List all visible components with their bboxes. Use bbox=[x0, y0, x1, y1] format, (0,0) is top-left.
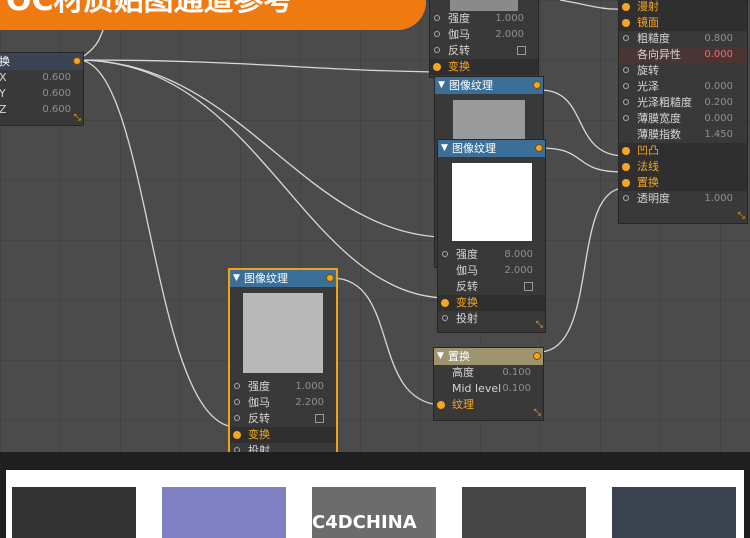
tex-top-invert: 反转 bbox=[430, 43, 538, 59]
texture-output-port[interactable] bbox=[326, 274, 334, 282]
mat-normal: 法线 bbox=[619, 159, 747, 175]
transform-row-x: X 0.600 bbox=[0, 71, 71, 84]
texture-swatch-2 bbox=[162, 487, 286, 538]
invert-checkbox[interactable] bbox=[524, 282, 533, 291]
mat-bump: 凹凸 bbox=[619, 143, 747, 159]
texture-output-port[interactable] bbox=[533, 81, 541, 89]
input-port[interactable] bbox=[622, 179, 630, 187]
mat-anisotropy: 各向异性 0.000 bbox=[619, 47, 747, 63]
tex-left-gamma: 伽马 2.200 bbox=[230, 395, 336, 411]
transform-output-port[interactable] bbox=[73, 57, 81, 65]
displace-texture: 纹理 bbox=[434, 397, 543, 413]
input-port[interactable] bbox=[622, 163, 630, 171]
displacement-header[interactable]: ▼ 置换 bbox=[434, 348, 543, 365]
tex-left-strength: 强度 1.000 bbox=[230, 379, 336, 395]
transform-row-z: Z 0.600 bbox=[0, 103, 71, 116]
texture-swatch-5 bbox=[612, 487, 736, 538]
image-texture-header-left[interactable]: ▼ 图像纹理 bbox=[230, 270, 336, 287]
tex-top-gamma: 伽马 2.000 bbox=[430, 27, 538, 43]
mat-film-width: 薄膜宽度 0.000 bbox=[619, 111, 747, 127]
input-port[interactable] bbox=[234, 383, 240, 389]
title-banner: OC材质贴图通道参考 bbox=[0, 0, 426, 30]
input-port[interactable] bbox=[234, 399, 240, 405]
tex-mid2-gamma: 伽马 2.000 bbox=[456, 264, 533, 277]
input-port[interactable] bbox=[623, 83, 629, 89]
input-port[interactable] bbox=[437, 401, 445, 409]
tex-mid2-projection: 投射 bbox=[438, 311, 545, 327]
transform-node-header[interactable]: 换 bbox=[0, 53, 83, 70]
input-port[interactable] bbox=[442, 251, 448, 257]
resize-grip-icon[interactable]: ⤡ bbox=[74, 113, 81, 123]
invert-checkbox[interactable] bbox=[315, 414, 324, 423]
image-texture-header-mid1[interactable]: ▼ 图像纹理 bbox=[435, 77, 543, 94]
material-node[interactable]: 漫射 镜面 粗糙度 0.800 各向异性 0.000 旋转 光泽 0.000 光泽粗糙… bbox=[618, 0, 748, 224]
image-texture-header-mid2[interactable]: ▼ 图像纹理 bbox=[438, 140, 545, 157]
tex-mid2-strength: 强度 8.000 bbox=[438, 247, 545, 263]
tex-left-transform: 变换 bbox=[230, 427, 336, 443]
texture-output-port[interactable] bbox=[535, 144, 543, 152]
texture-preview-top bbox=[450, 0, 518, 11]
input-port[interactable] bbox=[622, 19, 630, 27]
input-port[interactable] bbox=[623, 67, 629, 73]
texture-swatch-4 bbox=[462, 487, 586, 538]
mat-rotation: 旋转 bbox=[619, 63, 747, 79]
displacement-output-port[interactable] bbox=[533, 352, 541, 360]
mat-sheen-roughness: 光泽粗糙度 0.200 bbox=[619, 95, 747, 111]
input-port[interactable] bbox=[433, 63, 441, 71]
input-port[interactable] bbox=[441, 299, 449, 307]
mat-sheen: 光泽 0.000 bbox=[619, 79, 747, 95]
resize-grip-icon[interactable]: ⤡ bbox=[536, 320, 543, 330]
input-port[interactable] bbox=[623, 99, 629, 105]
tex-mid2-transform: 变换 bbox=[438, 295, 545, 311]
input-port[interactable] bbox=[234, 415, 240, 421]
mat-roughness: 粗糙度 0.800 bbox=[619, 31, 747, 47]
image-texture-title: 图像纹理 bbox=[452, 142, 496, 155]
input-port[interactable] bbox=[434, 47, 440, 53]
image-texture-node-left[interactable]: ▼ 图像纹理 强度 1.000 伽马 2.200 反转 变换 投射 bbox=[228, 268, 338, 452]
transform-node-title: 换 bbox=[0, 55, 10, 68]
image-texture-title: 图像纹理 bbox=[244, 272, 288, 285]
banner-title: OC材质贴图通道参考 bbox=[6, 0, 294, 18]
mat-diffuse: 漫射 bbox=[619, 0, 747, 15]
displacement-node[interactable]: ▼ 置换 高度 0.100 Mid level 0.100 纹理 ⤡ bbox=[433, 347, 544, 421]
input-port[interactable] bbox=[623, 195, 629, 201]
transform-node[interactable]: 换 X 0.600 Y 0.600 Z 0.600 ⤡ bbox=[0, 52, 84, 126]
input-port[interactable] bbox=[434, 15, 440, 21]
mat-film-index: 薄膜指数 1.450 bbox=[637, 128, 733, 141]
texture-preview-mid1 bbox=[453, 100, 525, 140]
input-port[interactable] bbox=[623, 35, 629, 41]
image-texture-node-mid2[interactable]: ▼ 图像纹理 强度 8.000 伽马 2.000 反转 变换 投射 ⤡ bbox=[437, 139, 546, 333]
tex-left-projection: 投射 bbox=[230, 443, 336, 452]
input-port[interactable] bbox=[233, 431, 241, 439]
tex-top-strength: 强度 1.000 bbox=[430, 11, 538, 27]
mat-opacity: 透明度 1.000 bbox=[619, 191, 747, 207]
transform-row-y: Y 0.600 bbox=[0, 87, 71, 100]
texture-swatch-3: C4DCHINA bbox=[312, 487, 436, 538]
tex-mid2-invert: 反转 bbox=[438, 279, 545, 295]
texture-swatch-1 bbox=[12, 487, 136, 538]
input-port[interactable] bbox=[622, 147, 630, 155]
input-port[interactable] bbox=[442, 315, 448, 321]
mat-displacement: 置换 bbox=[619, 175, 747, 191]
image-texture-title: 图像纹理 bbox=[449, 79, 493, 92]
texture-preview-gray bbox=[243, 293, 323, 373]
invert-checkbox[interactable] bbox=[517, 46, 526, 55]
node-editor-canvas[interactable]: OC材质贴图通道参考 换 X 0.600 Y 0.600 Z 0.600 ⤡ 强度 1.… bbox=[0, 0, 750, 452]
texture-preview-white bbox=[451, 163, 532, 241]
displacement-title: 置换 bbox=[448, 350, 470, 363]
tex-left-invert: 反转 bbox=[230, 411, 336, 427]
displace-height: 高度 0.100 bbox=[452, 366, 531, 379]
mat-specular: 镜面 bbox=[619, 15, 747, 31]
input-port[interactable] bbox=[622, 3, 630, 11]
watermark-label: C4DCHINA bbox=[312, 512, 417, 533]
image-texture-node-top[interactable]: 强度 1.000 伽马 2.000 反转 变换 bbox=[429, 0, 539, 78]
input-port[interactable] bbox=[434, 31, 440, 37]
tex-top-transform: 变换 bbox=[430, 59, 538, 75]
resize-grip-icon[interactable]: ⤡ bbox=[738, 211, 745, 221]
resize-grip-icon[interactable]: ⤡ bbox=[534, 408, 541, 418]
displace-mid-level: Mid level 0.100 bbox=[452, 382, 531, 395]
input-port[interactable] bbox=[623, 115, 629, 121]
